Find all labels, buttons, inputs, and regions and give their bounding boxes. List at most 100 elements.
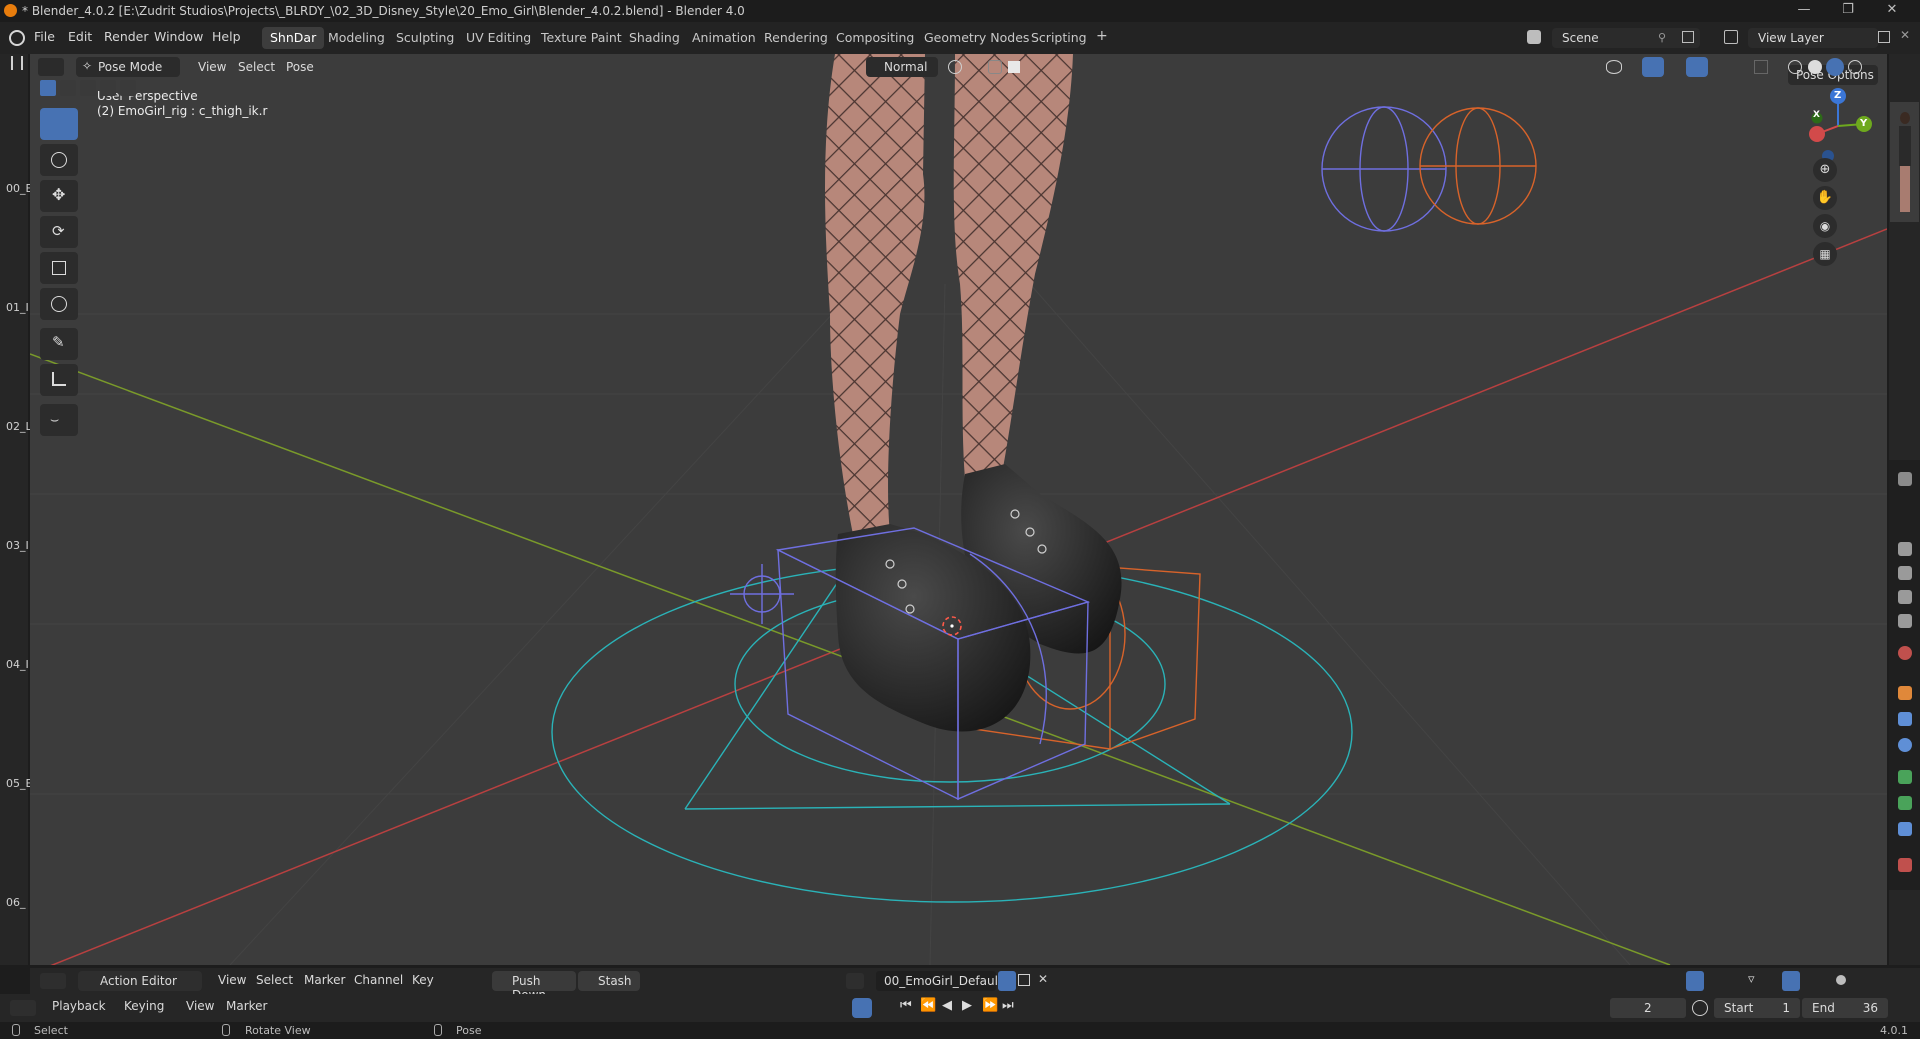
tool-properties-icon[interactable] <box>1898 472 1912 486</box>
filter-icon[interactable]: ▿ <box>1748 972 1755 987</box>
current-frame-field[interactable]: 2 <box>1610 998 1686 1018</box>
character-thumbnail[interactable] <box>1890 102 1919 222</box>
action-menu-select[interactable]: Select <box>256 973 293 987</box>
gizmo-toggle-icon[interactable] <box>1642 57 1664 77</box>
blender-menu-icon[interactable] <box>9 30 25 46</box>
scene-icon[interactable] <box>1527 30 1541 44</box>
add-workspace-button[interactable]: + <box>1088 25 1116 47</box>
restore-button[interactable]: ❐ <box>1828 2 1868 20</box>
timeline-editor-icon[interactable] <box>10 1000 36 1016</box>
select-box-tool[interactable] <box>40 108 78 140</box>
tab-animation[interactable]: Animation <box>684 27 764 49</box>
render-properties-icon[interactable] <box>1898 542 1912 556</box>
pin-icon[interactable]: ⚲ <box>1658 31 1666 44</box>
tab-geometry-nodes[interactable]: Geometry Nodes <box>916 27 1037 49</box>
zoom-icon[interactable]: ⊕ <box>1813 158 1837 182</box>
view-layer-field[interactable]: View Layer <box>1748 28 1878 48</box>
timeline-menu-marker[interactable]: Marker <box>226 999 267 1013</box>
stash-button[interactable]: Stash <box>578 971 640 991</box>
play-icon[interactable]: ▶ <box>962 998 972 1013</box>
action-browse-icon[interactable] <box>846 973 864 989</box>
pan-hand-icon[interactable]: ✋ <box>1813 186 1837 210</box>
eye-control-right[interactable] <box>1419 107 1537 225</box>
transform-tool[interactable] <box>40 288 78 320</box>
tab-shading[interactable]: Shading <box>621 27 688 49</box>
only-selected-icon[interactable] <box>1686 971 1704 991</box>
proportional-edit-icon[interactable] <box>1008 61 1020 73</box>
select-subtract-icon[interactable] <box>80 80 96 96</box>
armature-properties-icon[interactable] <box>1898 770 1912 784</box>
collection-label-6[interactable]: 06_ <box>6 896 26 909</box>
viewport-menu-select[interactable]: Select <box>238 60 275 74</box>
tab-sculpting[interactable]: Sculpting <box>388 27 462 49</box>
action-menu-channel[interactable]: Channel <box>354 973 403 987</box>
tab-uv-editing[interactable]: UV Editing <box>458 27 539 49</box>
scene-field[interactable]: Scene ⚲ <box>1552 28 1700 48</box>
preview-range-icon[interactable] <box>1692 1000 1708 1016</box>
fake-user-icon[interactable] <box>998 971 1016 991</box>
close-button[interactable]: ✕ <box>1872 2 1912 20</box>
play-reverse-icon[interactable]: ◀ <box>942 998 952 1013</box>
texture-properties-icon[interactable] <box>1898 858 1912 872</box>
auto-snap-icon[interactable] <box>1782 971 1800 991</box>
menu-edit[interactable]: Edit <box>68 29 92 44</box>
menu-render[interactable]: Render <box>104 29 149 44</box>
scale-tool[interactable] <box>40 252 78 284</box>
push-down-button[interactable]: Push Down <box>492 971 576 1002</box>
collection-label-4[interactable]: 04_I <box>6 658 29 671</box>
knee-pole-target[interactable] <box>730 564 794 624</box>
tab-texture-paint[interactable]: Texture Paint <box>533 27 630 49</box>
ortho-toggle-icon[interactable]: ▦ <box>1813 242 1837 266</box>
tab-shndar[interactable]: ShnDar <box>262 27 325 49</box>
jump-prev-key-icon[interactable]: ⏪ <box>920 998 936 1013</box>
move-tool[interactable]: ✥ <box>40 180 78 212</box>
timeline-menu-keying[interactable]: Keying <box>124 999 164 1013</box>
tab-compositing[interactable]: Compositing <box>828 27 922 49</box>
eye-control-left[interactable] <box>1321 106 1447 232</box>
mode-dropdown[interactable]: ✧ Pose Mode <box>76 57 180 77</box>
jump-start-icon[interactable]: ⏮ <box>900 998 912 1013</box>
jump-end-icon[interactable]: ⏭ <box>1002 998 1014 1013</box>
menu-file[interactable]: File <box>34 29 55 44</box>
cursor-tool[interactable] <box>40 144 78 176</box>
action-editor-dropdown[interactable]: Action Editor <box>78 971 202 991</box>
action-menu-marker[interactable]: Marker <box>304 973 345 987</box>
rotate-tool[interactable]: ⟳ <box>40 216 78 248</box>
tab-modeling[interactable]: Modeling <box>320 27 393 49</box>
viewport-menu-pose[interactable]: Pose <box>286 60 314 74</box>
visibility-icon[interactable] <box>1606 60 1622 74</box>
menu-window[interactable]: Window <box>154 29 203 44</box>
editor-type-icon[interactable] <box>11 56 23 70</box>
rendered-shading-icon[interactable] <box>1848 60 1862 74</box>
action-name-field[interactable]: 00_EmoGirl_Default <box>876 971 1003 991</box>
measure-tool[interactable] <box>40 364 78 396</box>
camera-view-icon[interactable]: ◉ <box>1813 214 1837 238</box>
scene-properties-icon[interactable] <box>1898 614 1912 628</box>
material-shading-icon[interactable] <box>1826 58 1844 76</box>
bone-properties-icon[interactable] <box>1898 796 1912 810</box>
menu-help[interactable]: Help <box>212 29 241 44</box>
minimize-button[interactable]: — <box>1784 2 1824 20</box>
viewport-menu-view[interactable]: View <box>198 60 226 74</box>
auto-keying-button[interactable] <box>852 998 872 1018</box>
solid-shading-icon[interactable] <box>1808 60 1822 74</box>
wireframe-shading-icon[interactable] <box>1788 60 1802 74</box>
view-layer-properties-icon[interactable] <box>1898 590 1912 604</box>
orientation-dropdown[interactable]: Normal <box>866 57 938 77</box>
object-properties-icon[interactable] <box>1898 686 1912 700</box>
new-action-icon[interactable] <box>1018 974 1030 986</box>
timeline-menu-playback[interactable]: Playback <box>52 999 106 1013</box>
new-view-layer-icon[interactable] <box>1878 31 1890 43</box>
modifier-properties-icon[interactable] <box>1898 712 1912 726</box>
snap-icon[interactable] <box>988 60 1002 74</box>
bone-constraint-icon[interactable] <box>1898 822 1912 836</box>
collection-label-5[interactable]: 05_E <box>6 777 32 790</box>
select-intersect-icon[interactable] <box>120 80 136 96</box>
bone-size-tool[interactable]: ⌣ <box>40 404 78 436</box>
output-properties-icon[interactable] <box>1898 566 1912 580</box>
action-menu-view[interactable]: View <box>218 973 246 987</box>
proportional-icon[interactable] <box>1836 975 1846 985</box>
select-invert-icon[interactable] <box>100 80 116 96</box>
jump-next-key-icon[interactable]: ⏩ <box>982 998 998 1013</box>
tab-scripting[interactable]: Scripting <box>1023 27 1095 49</box>
